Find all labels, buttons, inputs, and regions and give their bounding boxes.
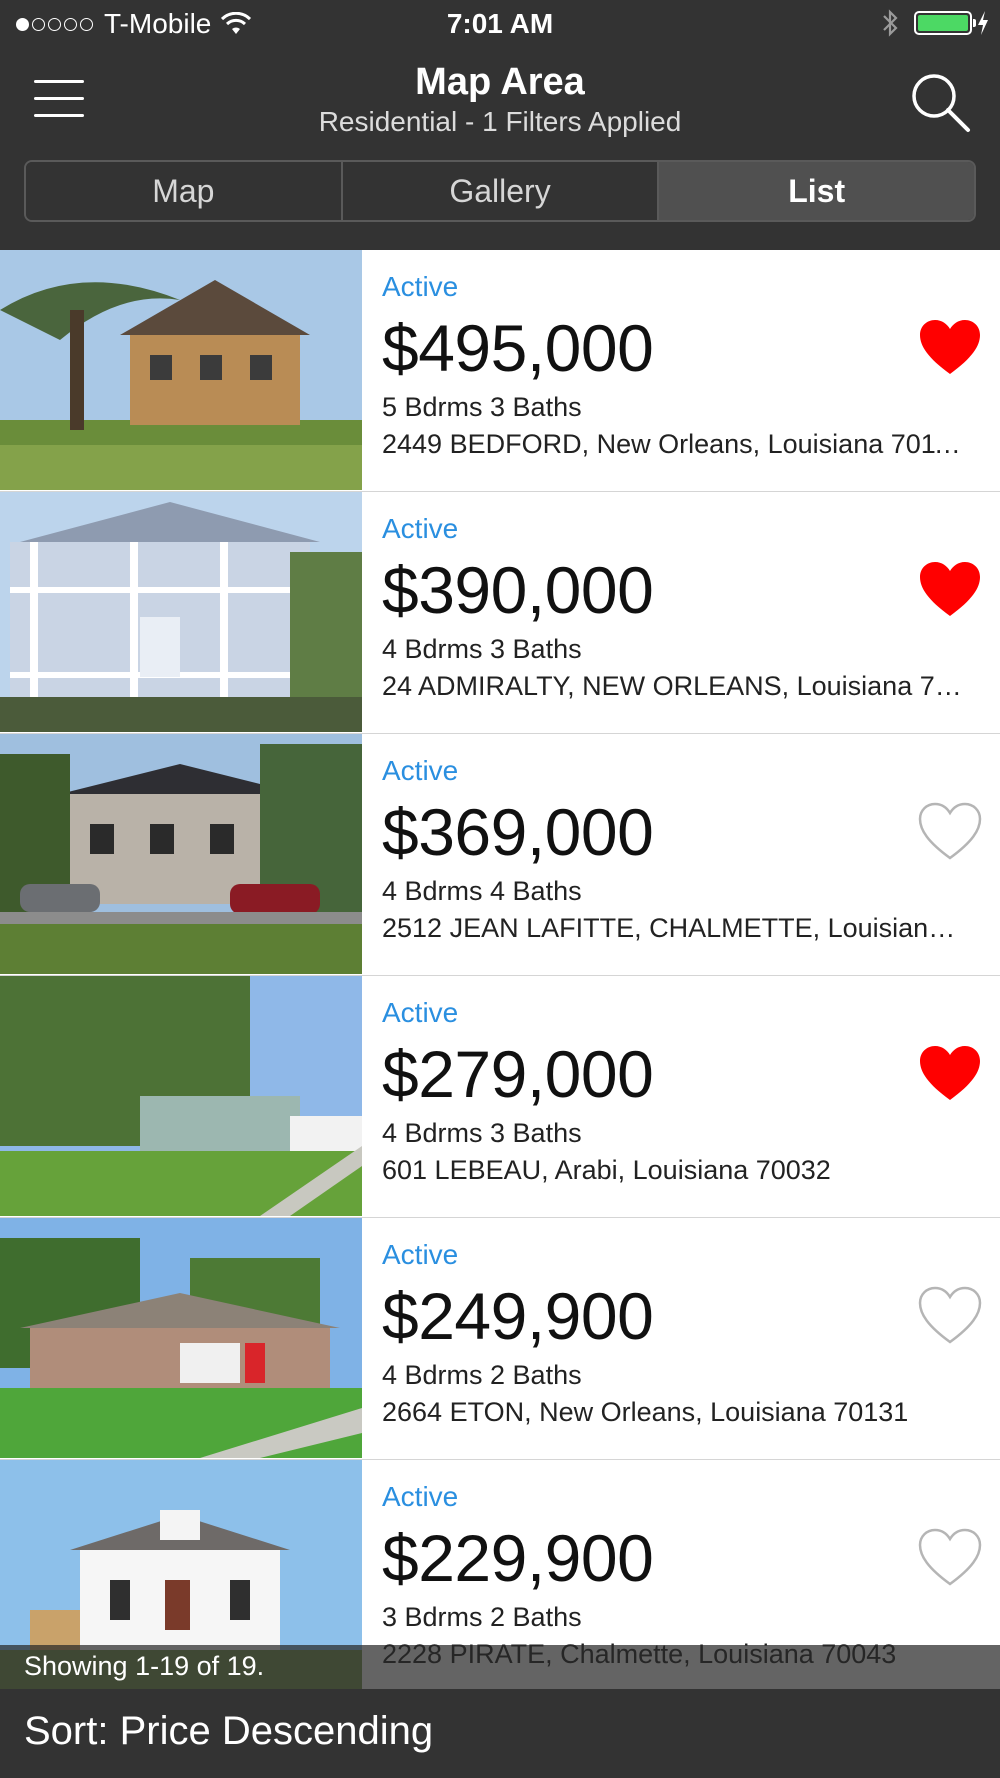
listing-price: $390,000 — [382, 553, 654, 627]
listing-beds-baths: 4 Bdrms 3 Baths — [382, 1118, 582, 1148]
listing-beds-baths: 3 Bdrms 2 Baths — [382, 1602, 582, 1632]
favorite-button[interactable] — [918, 560, 982, 620]
heart-outline-icon — [918, 1286, 982, 1344]
listing-address: 2512 JEAN LAFITTE, CHALMETTE, Louisiana … — [382, 913, 962, 943]
listing-photo — [0, 734, 362, 974]
nav-header: Map Area Residential - 1 Filters Applied — [0, 50, 1000, 150]
view-segmented-control: Map Gallery List — [24, 160, 976, 222]
listing-status: Active — [382, 271, 459, 302]
listing-photo — [0, 1218, 362, 1458]
listing-row[interactable]: Active $279,000 4 Bdrms 3 Baths 601 LEBE… — [0, 976, 1000, 1218]
listing-status: Active — [382, 513, 459, 544]
listing-beds-baths: 4 Bdrms 3 Baths — [382, 634, 582, 664]
listing-price: $229,900 — [382, 1521, 654, 1595]
heart-filled-icon — [920, 1046, 980, 1100]
listing-status: Active — [382, 1481, 459, 1512]
listing-photo — [0, 492, 362, 732]
listing-info: Active $390,000 4 Bdrms 3 Baths 24 ADMIR… — [382, 492, 962, 706]
status-right — [880, 8, 990, 38]
listing-photo — [0, 976, 362, 1216]
listing-row[interactable]: Active $369,000 4 Bdrms 4 Baths 2512 JEA… — [0, 734, 1000, 976]
listing-address: 2449 BEDFORD, New Orleans, Louisiana 701… — [382, 429, 962, 459]
favorite-button[interactable] — [918, 1044, 982, 1104]
listing-beds-baths: 4 Bdrms 4 Baths — [382, 876, 582, 906]
listing-status: Active — [382, 1239, 459, 1270]
results-count: Showing 1-19 of 19. — [24, 1651, 265, 1681]
search-icon — [912, 74, 970, 132]
listing-address: 2664 ETON, New Orleans, Louisiana 70131 — [382, 1397, 909, 1427]
listing-info: Active $279,000 4 Bdrms 3 Baths 601 LEBE… — [382, 976, 962, 1190]
search-button[interactable] — [908, 70, 974, 136]
favorite-button[interactable] — [918, 802, 982, 862]
listing-info: Active $249,900 4 Bdrms 2 Baths 2664 ETO… — [382, 1218, 962, 1432]
listing-row[interactable]: Active $495,000 5 Bdrms 3 Baths 2449 BED… — [0, 250, 1000, 492]
heart-filled-icon — [920, 320, 980, 374]
results-count-bar: Showing 1-19 of 19. — [0, 1645, 1000, 1689]
listing-beds-baths: 4 Bdrms 2 Baths — [382, 1360, 582, 1390]
heart-outline-icon — [918, 802, 982, 860]
page-subtitle: Residential - 1 Filters Applied — [318, 106, 682, 137]
battery-icon — [914, 11, 976, 35]
listing-status: Active — [382, 997, 459, 1028]
heart-filled-icon — [920, 562, 980, 616]
tab-gallery[interactable]: Gallery — [342, 162, 660, 220]
sort-label: Sort: Price Descending — [24, 1709, 434, 1753]
favorite-button[interactable] — [918, 318, 982, 378]
listing-price: $279,000 — [382, 1037, 654, 1111]
listing-price: $369,000 — [382, 795, 654, 869]
tab-list[interactable]: List — [659, 162, 974, 220]
listing-row[interactable]: Active $390,000 4 Bdrms 3 Baths 24 ADMIR… — [0, 492, 1000, 734]
status-time: 7:01 AM — [446, 8, 554, 39]
charging-icon — [978, 11, 988, 35]
listing-beds-baths: 5 Bdrms 3 Baths — [382, 392, 582, 422]
status-bar: T-Mobile 7:01 AM — [0, 0, 1000, 50]
bluetooth-icon — [883, 9, 898, 37]
tab-map[interactable]: Map — [26, 162, 343, 220]
listing-info: Active $369,000 4 Bdrms 4 Baths 2512 JEA… — [382, 734, 962, 948]
menu-button[interactable] — [34, 80, 84, 120]
listing-info: Active $229,900 3 Bdrms 2 Baths 2228 PIR… — [382, 1460, 962, 1674]
hamburger-icon — [34, 80, 84, 83]
listing-info: Active $495,000 5 Bdrms 3 Baths 2449 BED… — [382, 250, 962, 464]
listing-status: Active — [382, 755, 459, 786]
listing-photo — [0, 250, 362, 490]
sort-button[interactable]: Sort: Price Descending — [0, 1689, 1000, 1778]
favorite-button[interactable] — [918, 1286, 982, 1346]
listing-price: $495,000 — [382, 311, 654, 385]
listing-address: 24 ADMIRALTY, NEW ORLEANS, Louisiana 701… — [382, 671, 962, 701]
heart-outline-icon — [918, 1528, 982, 1586]
title-block: Map Area Residential - 1 Filters Applied — [200, 60, 800, 140]
listing-price: $249,900 — [382, 1279, 654, 1353]
page-title: Map Area — [415, 61, 585, 103]
listing-address: 601 LEBEAU, Arabi, Louisiana 70032 — [382, 1155, 831, 1185]
favorite-button[interactable] — [918, 1528, 982, 1588]
listing-row[interactable]: Active $249,900 4 Bdrms 2 Baths 2664 ETO… — [0, 1218, 1000, 1460]
listing-list: Active $495,000 5 Bdrms 3 Baths 2449 BED… — [0, 250, 1000, 1778]
